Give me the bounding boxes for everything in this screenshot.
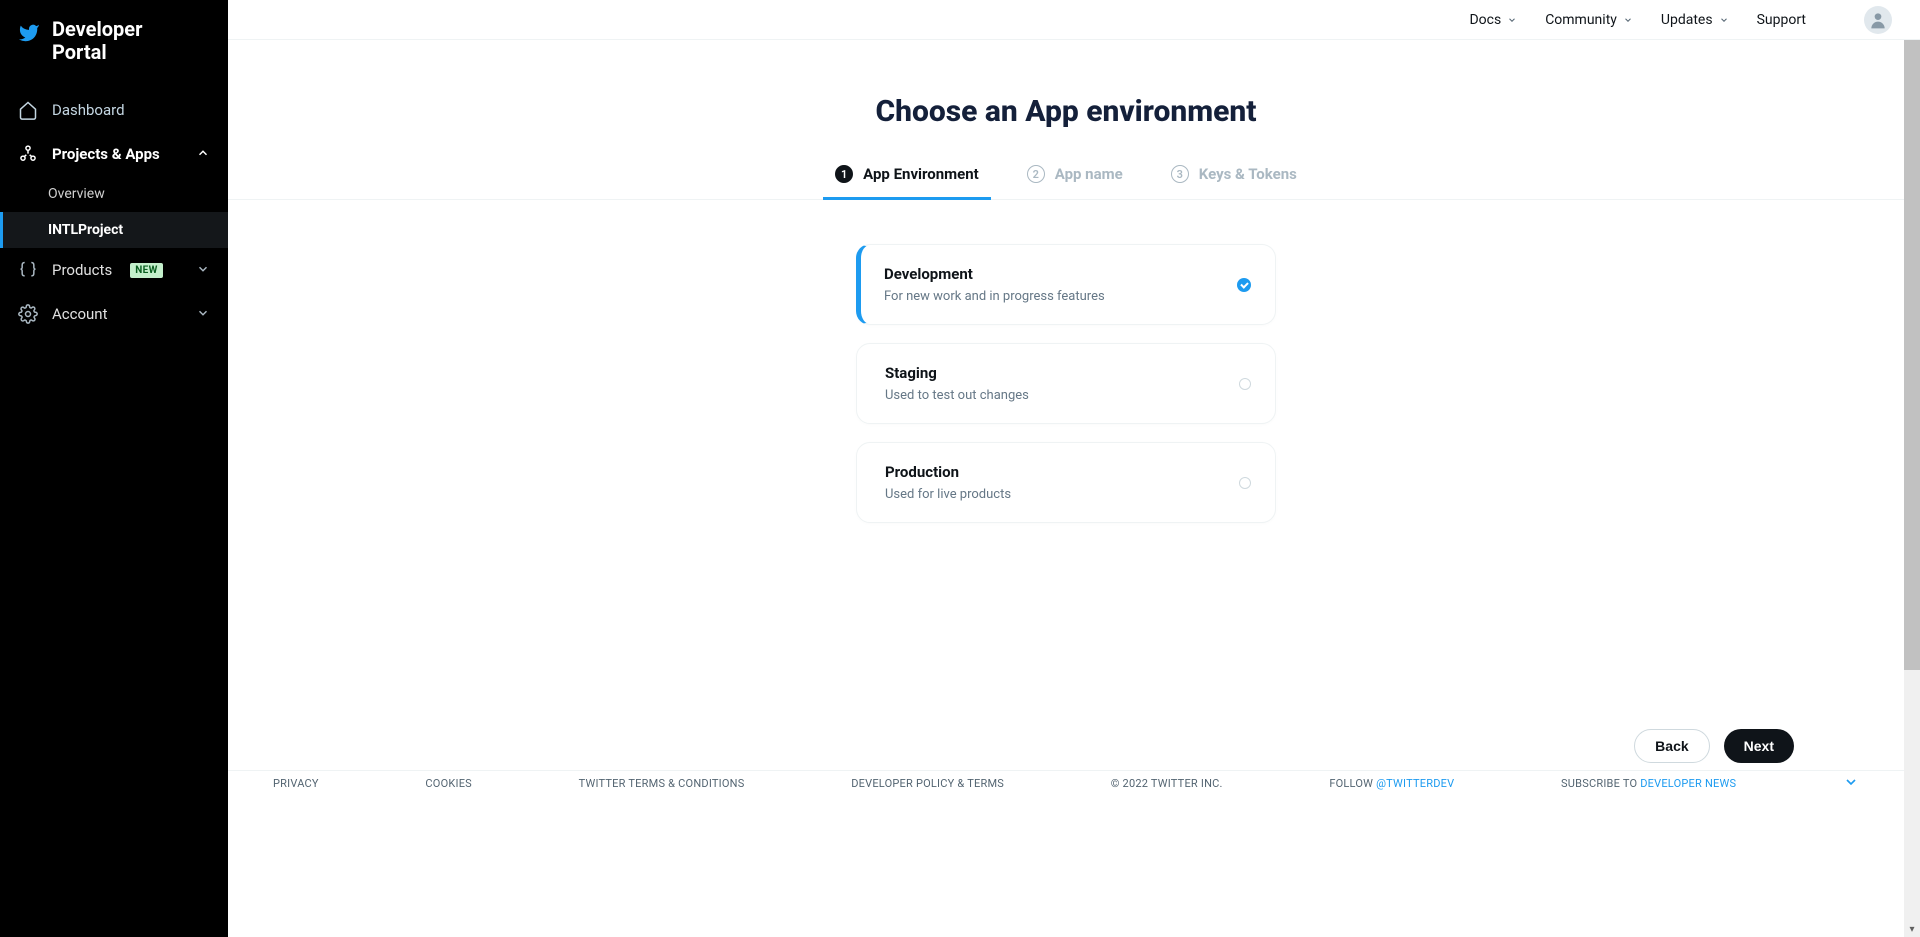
env-card-text: Staging Used to test out changes: [885, 364, 1029, 403]
env-desc: Used to test out changes: [885, 388, 1029, 403]
env-card-text: Development For new work and in progress…: [884, 265, 1105, 304]
page-title: Choose an App environment: [228, 94, 1904, 129]
footer-subscribe-link[interactable]: DEVELOPER NEWS: [1640, 777, 1736, 790]
sidebar: Developer Portal Dashboard Projects & Ap…: [0, 0, 228, 937]
user-avatar[interactable]: [1864, 6, 1892, 34]
nav-community[interactable]: Community: [1545, 12, 1633, 28]
new-badge: NEW: [130, 263, 163, 278]
chevron-down-icon: [1507, 15, 1517, 25]
step-app-name[interactable]: 2 App name: [1027, 165, 1123, 199]
sidebar-sub-overview[interactable]: Overview: [0, 176, 228, 212]
nav-label: Support: [1757, 12, 1806, 28]
scroll-down-icon[interactable]: ▾: [1904, 921, 1920, 937]
env-desc: Used for live products: [885, 487, 1011, 502]
scroll-thumb[interactable]: [1904, 40, 1920, 670]
footer-privacy[interactable]: PRIVACY: [273, 777, 319, 790]
sidebar-item-projects-apps[interactable]: Projects & Apps: [0, 132, 228, 176]
nav-docs[interactable]: Docs: [1469, 12, 1517, 28]
radio-unselected-icon: [1239, 477, 1251, 489]
nav-support[interactable]: Support: [1757, 12, 1806, 28]
home-icon: [18, 100, 38, 120]
sidebar-item-label: Products: [52, 261, 112, 279]
env-title: Production: [885, 463, 1011, 481]
sidebar-item-account[interactable]: Account: [0, 292, 228, 336]
step-number: 1: [835, 165, 853, 183]
nav-label: Docs: [1469, 12, 1501, 28]
footer-follow: FOLLOW @TWITTERDEV: [1329, 777, 1454, 790]
apps-icon: [18, 144, 38, 164]
footer-follow-handle[interactable]: @TWITTERDEV: [1376, 777, 1454, 790]
environment-cards: Development For new work and in progress…: [856, 244, 1276, 523]
radio-unselected-icon: [1239, 378, 1251, 390]
env-title: Staging: [885, 364, 1029, 382]
chevron-down-icon: [1623, 15, 1633, 25]
radio-selected-icon: [1237, 278, 1251, 292]
sidebar-item-products[interactable]: Products NEW: [0, 248, 228, 292]
step-label: App name: [1055, 165, 1123, 183]
env-title: Development: [884, 265, 1105, 283]
chevron-down-icon: [196, 261, 210, 280]
step-keys-tokens[interactable]: 3 Keys & Tokens: [1171, 165, 1297, 199]
portal-title: Developer Portal: [52, 18, 142, 64]
env-card-production[interactable]: Production Used for live products: [856, 442, 1276, 523]
chevron-down-icon[interactable]: [1843, 774, 1859, 793]
sidebar-item-label: Dashboard: [52, 101, 125, 119]
env-card-development[interactable]: Development For new work and in progress…: [856, 244, 1276, 325]
step-number: 2: [1027, 165, 1045, 183]
stepper: 1 App Environment 2 App name 3 Keys & To…: [228, 165, 1904, 200]
nav-label: Updates: [1661, 12, 1713, 28]
gear-icon: [18, 304, 38, 324]
sidebar-item-label: Projects & Apps: [52, 145, 160, 163]
env-card-text: Production Used for live products: [885, 463, 1011, 502]
footer-dev-policy[interactable]: DEVELOPER POLICY & TERMS: [851, 777, 1004, 790]
footer-copyright: © 2022 TWITTER INC.: [1111, 777, 1223, 790]
env-card-staging[interactable]: Staging Used to test out changes: [856, 343, 1276, 424]
footer-follow-prefix: FOLLOW: [1329, 777, 1376, 790]
footer-subscribe-prefix: SUBSCRIBE TO: [1561, 777, 1640, 790]
nav-label: Community: [1545, 12, 1617, 28]
sidebar-header: Developer Portal: [0, 0, 228, 88]
vertical-scrollbar[interactable]: ▴ ▾: [1904, 40, 1920, 937]
step-number: 3: [1171, 165, 1189, 183]
footer-terms[interactable]: TWITTER TERMS & CONDITIONS: [579, 777, 745, 790]
footer-subscribe: SUBSCRIBE TO DEVELOPER NEWS: [1561, 777, 1736, 790]
top-navigation: Docs Community Updates Support: [228, 0, 1920, 40]
sidebar-item-label: Account: [52, 305, 108, 323]
step-label: Keys & Tokens: [1199, 165, 1297, 183]
footer: PRIVACY COOKIES TWITTER TERMS & CONDITIO…: [228, 758, 1904, 809]
env-desc: For new work and in progress features: [884, 289, 1105, 304]
chevron-down-icon: [196, 305, 210, 324]
nav-updates[interactable]: Updates: [1661, 12, 1729, 28]
chevron-up-icon: [196, 145, 210, 164]
chevron-down-icon: [1719, 15, 1729, 25]
step-label: App Environment: [863, 165, 979, 183]
step-app-environment[interactable]: 1 App Environment: [835, 165, 979, 199]
sidebar-sub-project[interactable]: INTLProject: [0, 212, 228, 248]
braces-icon: [18, 260, 38, 280]
sidebar-item-dashboard[interactable]: Dashboard: [0, 88, 228, 132]
footer-cookies[interactable]: COOKIES: [425, 777, 472, 790]
twitter-logo-icon: [18, 18, 40, 48]
